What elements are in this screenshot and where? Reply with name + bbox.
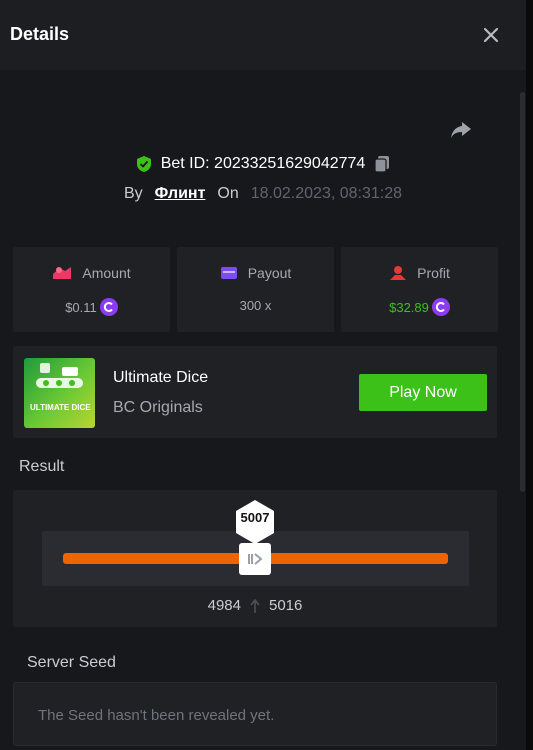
- profit-value: $32.89: [389, 299, 429, 315]
- roll-value: 5007: [240, 510, 270, 525]
- bet-author-row: By Флинт On 18.02.2023, 08:31:28: [0, 182, 526, 206]
- amount-icon: [53, 267, 72, 279]
- panel-header: Details: [0, 0, 526, 70]
- server-seed-label: Server Seed: [27, 654, 116, 671]
- amount-title: Amount: [82, 265, 131, 281]
- profit-icon: [390, 266, 407, 280]
- copy-button[interactable]: [373, 155, 391, 173]
- page-title: Details: [10, 24, 70, 44]
- payout-value: 300 x: [239, 298, 272, 313]
- wallet-icon: [220, 267, 237, 279]
- scrollbar[interactable]: [520, 92, 525, 492]
- range-low: 4984: [207, 597, 241, 614]
- game-provider: BC Originals: [113, 399, 203, 416]
- game-name: Ultimate Dice: [113, 369, 209, 386]
- range-arrow-icon: [250, 598, 260, 613]
- close-button[interactable]: [478, 22, 504, 48]
- profit-card: Profit $32.89: [341, 247, 498, 332]
- range-high: 5016: [269, 597, 303, 614]
- details-panel: Details Bet ID: 20233251629042774 By Фли…: [0, 0, 526, 750]
- result-range: 4984 5016: [13, 597, 497, 614]
- coin-icon: [431, 298, 450, 316]
- by-label: By: [123, 185, 143, 202]
- profit-title: Profit: [417, 265, 450, 281]
- game-card: ULTIMATE DICE Ultimate Dice BC Originals…: [13, 346, 497, 438]
- thumb-title: ULTIMATE DICE: [30, 403, 91, 412]
- server-seed-box: The Seed hasn't been revealed yet.: [13, 682, 497, 746]
- game-thumbnail[interactable]: ULTIMATE DICE: [24, 358, 95, 428]
- slider-handle-icon: [248, 553, 263, 565]
- share-icon: [451, 122, 471, 138]
- on-label: On: [217, 185, 239, 202]
- result-label: Result: [19, 458, 65, 475]
- result-card: 5007 4984 5016: [13, 490, 497, 627]
- bet-id-row: Bet ID: 20233251629042774: [0, 151, 526, 177]
- close-icon: [483, 27, 499, 43]
- bet-date: 18.02.2023, 08:31:28: [250, 185, 403, 202]
- shield-check-icon: [136, 156, 151, 172]
- share-button[interactable]: [448, 116, 474, 142]
- coin-icon: [99, 298, 118, 316]
- copy-icon: [374, 156, 390, 173]
- amount-card: Amount $0.11: [13, 247, 170, 332]
- window-edge: [526, 0, 533, 750]
- server-seed-text: The Seed hasn't been revealed yet.: [38, 707, 275, 724]
- payout-title: Payout: [247, 265, 292, 281]
- user-link[interactable]: Флинт: [155, 185, 206, 203]
- play-now-button[interactable]: Play Now: [359, 374, 487, 411]
- amount-value: $0.11: [65, 299, 97, 315]
- bet-id: Bet ID: 20233251629042774: [160, 155, 366, 172]
- payout-card: Payout 300 x: [177, 247, 334, 332]
- slider-handle[interactable]: [239, 543, 271, 575]
